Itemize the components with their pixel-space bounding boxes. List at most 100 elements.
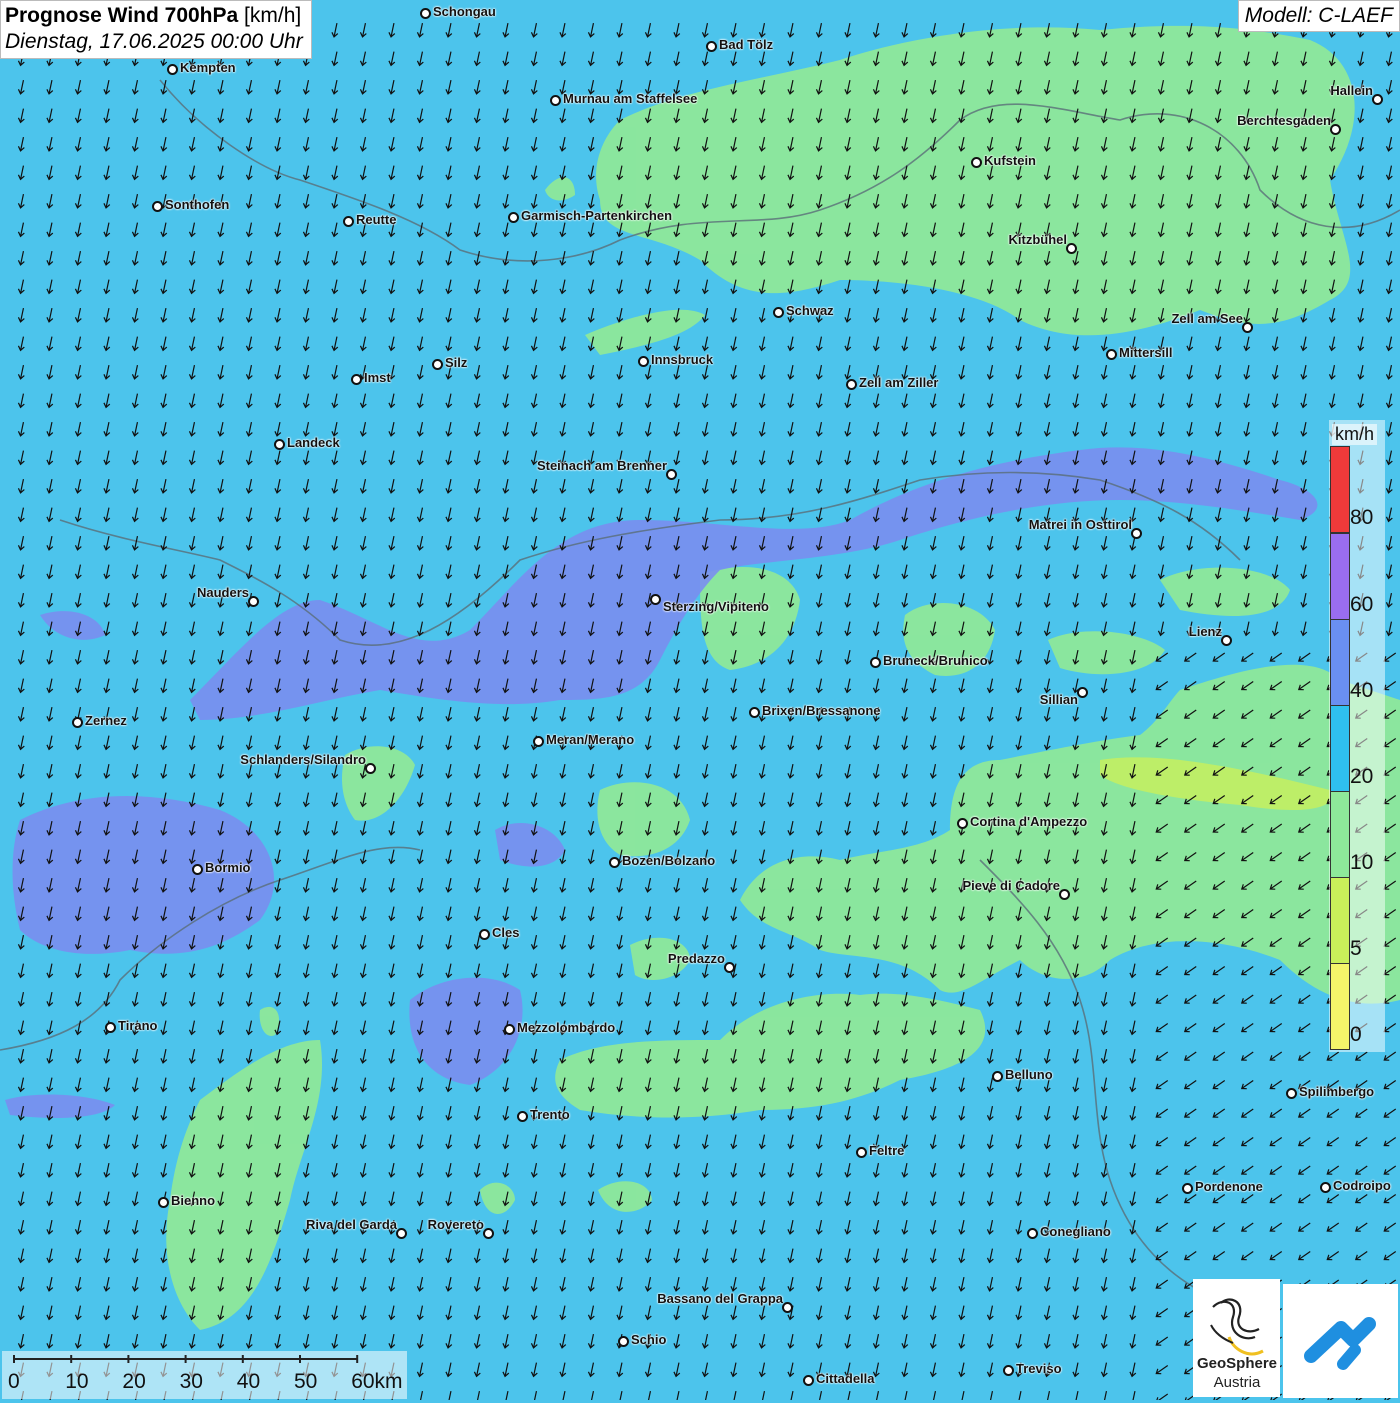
city-label: Matrei in Osttirol: [1028, 517, 1132, 532]
city-label: Bruneck/Brunico: [883, 653, 988, 668]
cloud-arrow-icon: [1304, 1317, 1376, 1370]
city-marker-icon: [351, 374, 362, 385]
city-marker-icon: [517, 1111, 528, 1122]
scale-label: 0: [8, 1370, 20, 1393]
city-marker-icon: [479, 929, 490, 940]
scale-label: 10: [65, 1370, 89, 1393]
city-label: Meran/Merano: [546, 732, 635, 747]
city-label: Cles: [492, 925, 520, 940]
city-label: Spilimbergo: [1299, 1084, 1375, 1099]
scale-bar: [2, 1351, 407, 1399]
forecast-datetime: Dienstag, 17.06.2025 00:00 Uhr: [5, 30, 303, 53]
city-marker-icon: [749, 707, 760, 718]
city-label: Tirano: [118, 1018, 158, 1033]
city-label: Brixen/Bressanone: [762, 703, 881, 718]
legend-label: 0: [1350, 1023, 1362, 1046]
city-label: Steinach am Brenner: [536, 458, 667, 473]
city-label: Kufstein: [984, 153, 1036, 168]
legend-swatch: [1330, 963, 1350, 1050]
city-label: Garmisch-Partenkirchen: [521, 208, 673, 223]
city-label: Bormio: [205, 860, 251, 875]
city-marker-icon: [343, 216, 354, 227]
city-label: Imst: [364, 370, 391, 385]
city-label: Conegliano: [1040, 1224, 1111, 1239]
city-marker-icon: [971, 157, 982, 168]
scale-label: 60km: [351, 1370, 403, 1393]
city-label: Bozen/Bolzano: [622, 853, 716, 868]
city-marker-icon: [638, 356, 649, 367]
city-marker-icon: [773, 307, 784, 318]
weather-app-logo: [1283, 1284, 1398, 1398]
city-marker-icon: [957, 818, 968, 829]
scale-label: 20: [122, 1370, 146, 1393]
legend-swatch: [1330, 705, 1350, 792]
model-label: Modell: C-LAEF: [1237, 0, 1400, 32]
scale-label: 50: [294, 1370, 318, 1393]
legend-swatch: [1330, 533, 1350, 620]
legend-label: 60: [1350, 593, 1374, 616]
legend-unit: km/h: [1332, 424, 1378, 445]
city-marker-icon: [724, 962, 735, 973]
city-marker-icon: [650, 594, 661, 605]
city-label: Schio: [631, 1332, 667, 1347]
city-marker-icon: [782, 1302, 793, 1313]
city-marker-icon: [550, 95, 561, 106]
legend-swatch: [1330, 791, 1350, 878]
city-marker-icon: [1330, 124, 1341, 135]
legend-swatch: [1330, 619, 1350, 706]
city-label: Treviso: [1016, 1361, 1062, 1376]
city-marker-icon: [432, 359, 443, 370]
city-marker-icon: [666, 469, 677, 480]
title-unit: [km/h]: [244, 4, 302, 27]
legend-label: 20: [1350, 765, 1374, 788]
city-marker-icon: [192, 864, 203, 875]
city-marker-icon: [1059, 889, 1070, 900]
city-label: Bienno: [171, 1193, 216, 1208]
city-marker-icon: [1286, 1088, 1297, 1099]
city-label: Lienz: [1188, 624, 1222, 639]
city-marker-icon: [1242, 322, 1253, 333]
legend-swatch: [1330, 446, 1350, 533]
city-label: Berchtesgaden: [1237, 113, 1331, 128]
city-label: Feltre: [869, 1143, 905, 1158]
legend-label: 10: [1350, 851, 1374, 874]
city-label: Predazzo: [667, 951, 725, 966]
legend-label: 5: [1350, 937, 1362, 960]
city-label: Nauders: [196, 585, 249, 600]
city-marker-icon: [1106, 349, 1117, 360]
city-marker-icon: [618, 1336, 629, 1347]
city-marker-icon: [105, 1022, 116, 1033]
city-marker-icon: [508, 212, 519, 223]
city-marker-icon: [167, 64, 178, 75]
city-marker-icon: [1182, 1183, 1193, 1194]
city-label: Kitzbühel: [1008, 232, 1068, 247]
city-marker-icon: [152, 201, 163, 212]
city-marker-icon: [248, 596, 259, 607]
city-marker-icon: [1221, 635, 1232, 646]
city-label: Belluno: [1005, 1067, 1053, 1082]
city-label: Sonthofen: [165, 197, 230, 212]
city-label: Zernez: [85, 713, 127, 728]
city-marker-icon: [803, 1375, 814, 1386]
city-marker-icon: [870, 657, 881, 668]
city-marker-icon: [1372, 94, 1383, 105]
scale-label: 40: [236, 1370, 261, 1393]
city-label: Cittadella: [816, 1371, 875, 1386]
city-label: Landeck: [287, 435, 340, 450]
scale-label: 30: [179, 1370, 203, 1393]
city-label: Bassano del Grappa: [657, 1291, 783, 1306]
city-marker-icon: [504, 1024, 515, 1035]
city-marker-icon: [1027, 1228, 1038, 1239]
city-label: Riva del Garda: [305, 1217, 397, 1232]
city-marker-icon: [846, 379, 857, 390]
city-label: Cortina d'Ampezzo: [970, 814, 1088, 829]
city-marker-icon: [706, 41, 717, 52]
city-marker-icon: [609, 857, 620, 868]
city-marker-icon: [1066, 243, 1077, 254]
city-marker-icon: [483, 1228, 494, 1239]
city-marker-icon: [856, 1147, 867, 1158]
logo-sub: Austria: [1213, 1374, 1261, 1391]
city-marker-icon: [1077, 687, 1088, 698]
city-marker-icon: [365, 763, 376, 774]
city-label: Sillian: [1039, 692, 1078, 707]
